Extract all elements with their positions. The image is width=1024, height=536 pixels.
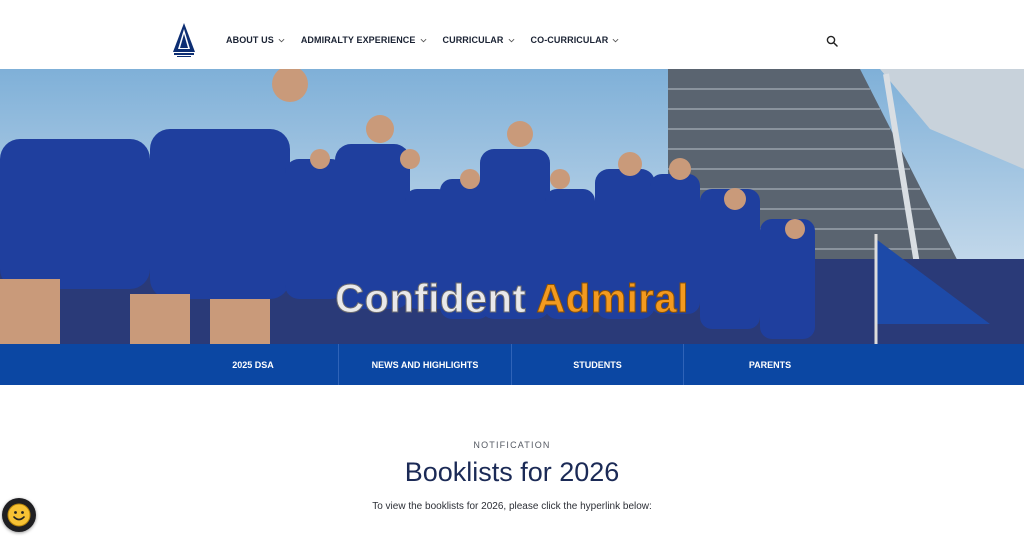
notification-eyebrow: NOTIFICATION — [473, 440, 551, 450]
nav-co-curricular[interactable]: CO-CURRICULAR — [531, 35, 620, 45]
chevron-down-icon — [508, 38, 514, 42]
search-icon[interactable] — [826, 35, 838, 47]
chevron-down-icon — [278, 38, 285, 42]
nav-label: ABOUT US — [226, 35, 274, 45]
hero-caption-part1: Confident — [335, 277, 527, 322]
quick-links-bar: 2025 DSA NEWS AND HIGHLIGHTS STUDENTS PA… — [0, 344, 1024, 385]
tab-students[interactable]: STUDENTS — [512, 344, 683, 385]
school-logo-icon[interactable] — [172, 22, 196, 58]
notification-description: To view the booklists for 2026, please c… — [372, 501, 652, 512]
main-nav: ABOUT US ADMIRALTY EXPERIENCE CURRICULAR… — [226, 35, 619, 45]
site-header: ABOUT US ADMIRALTY EXPERIENCE CURRICULAR… — [0, 0, 1024, 69]
hero-caption-part2: Admiral — [536, 277, 689, 322]
hero-banner: Confident Admiral — [0, 69, 1024, 344]
tab-label: STUDENTS — [573, 359, 622, 370]
nav-about-us[interactable]: ABOUT US — [226, 35, 285, 45]
tab-2025-dsa[interactable]: 2025 DSA — [168, 344, 338, 385]
nav-label: CO-CURRICULAR — [530, 35, 609, 45]
tab-parents[interactable]: PARENTS — [684, 344, 856, 385]
nav-curricular[interactable]: CURRICULAR — [443, 35, 515, 45]
chat-widget-button[interactable] — [2, 498, 36, 532]
chevron-down-icon — [420, 38, 426, 42]
nav-admiralty-experience[interactable]: ADMIRALTY EXPERIENCE — [301, 35, 427, 45]
smiley-chat-icon — [7, 503, 31, 527]
tab-news-and-highlights[interactable]: NEWS AND HIGHLIGHTS — [339, 344, 511, 385]
tab-label: NEWS AND HIGHLIGHTS — [371, 359, 479, 370]
nav-label: CURRICULAR — [442, 35, 504, 45]
tab-label: 2025 DSA — [232, 359, 274, 370]
tab-label: PARENTS — [748, 359, 792, 370]
hero-caption: Confident Admiral — [0, 277, 1024, 322]
notification-section: NOTIFICATION Booklists for 2026 To view … — [0, 385, 1024, 536]
chevron-down-icon — [612, 38, 619, 42]
notification-title: Booklists for 2026 — [404, 457, 620, 487]
nav-label: ADMIRALTY EXPERIENCE — [300, 35, 416, 45]
